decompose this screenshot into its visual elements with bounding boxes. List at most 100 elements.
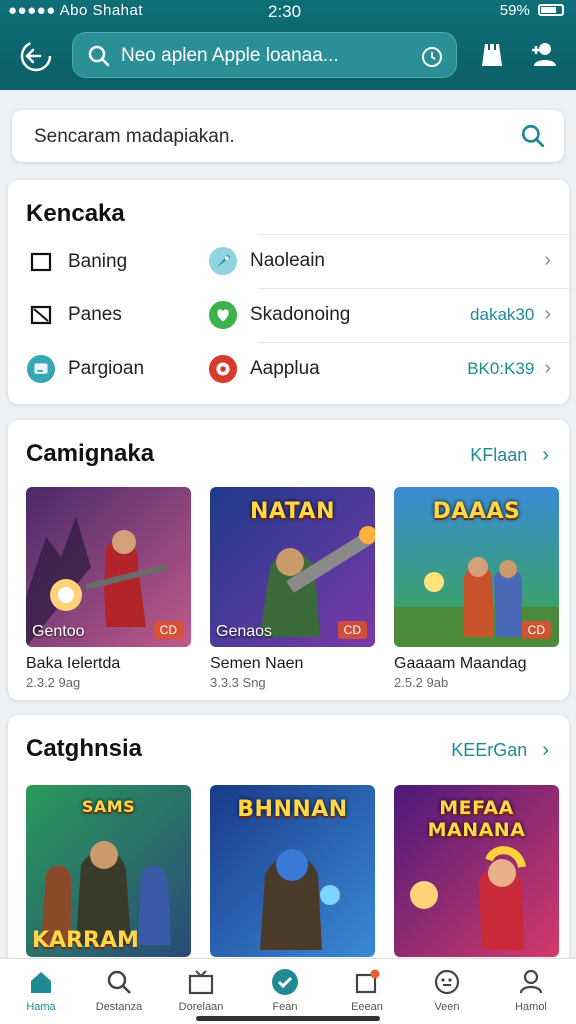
nav-view[interactable]: Veen [412, 967, 482, 1013]
chevron-right-icon: › [544, 303, 551, 325]
nav-download[interactable]: Dorelaan [166, 967, 236, 1013]
nav-featured[interactable]: Fean [250, 967, 320, 1013]
nav-label: Dorelaan [178, 1001, 224, 1013]
chevron-right-icon: › [544, 249, 551, 271]
category-label: Skadonoing [250, 304, 351, 325]
game-tile[interactable]: SAMS KARRAM [26, 785, 191, 957]
game-thumbnail[interactable]: DAAAS CD [394, 487, 559, 647]
featured-games-card: Camignaka KFlaan › Gentoo CD Baka Ielert… [8, 420, 569, 700]
game-art-bottom: KARRAM [32, 928, 139, 953]
category-item[interactable]: Naoleain [208, 243, 325, 279]
category-row-action[interactable]: dakak30 › [470, 303, 551, 326]
puzzle-icon [352, 967, 382, 997]
game-tile[interactable]: DAAAS CD Gaaaam Maandag 2.5.2 9ab [394, 487, 559, 690]
category-row-action[interactable]: BK0:K39 › [467, 357, 551, 380]
game-meta: 3.3.3 Sng [210, 675, 266, 690]
add-user-icon[interactable] [528, 40, 558, 70]
status-bar: ●●●●● Abo Shahat 2:30 59% [0, 0, 576, 22]
game-art-title: NATAN [250, 499, 335, 524]
game-name: Baka Ielertda [26, 655, 121, 672]
section-title: Catghnsia [26, 735, 143, 762]
category-label: Naoleain [250, 250, 325, 271]
categories-title: Kencaka [26, 200, 125, 227]
header-bar: ●●●●● Abo Shahat 2:30 59% Neo aplen Appl… [0, 0, 576, 90]
content-search-placeholder: Sencaram madapiakan. [34, 126, 235, 147]
game-art-title: DAAAS [432, 499, 521, 524]
compass-icon [432, 967, 462, 997]
store-icon[interactable] [477, 40, 507, 70]
categories-card: Kencaka Baning Panes Pargioan Naoleain › [8, 180, 569, 404]
category-item[interactable]: Skadonoing [208, 297, 350, 333]
nav-label: Eeean [351, 1001, 383, 1013]
category-item[interactable]: Baning [26, 244, 127, 280]
game-thumbnail[interactable]: MEFAA MANANA [394, 785, 559, 957]
header-search-text: Neo aplen Apple loanaa... [121, 45, 339, 66]
nav-label: Hamol [515, 1001, 547, 1013]
search-icon[interactable] [520, 123, 546, 149]
game-meta: 2.5.2 9ab [394, 675, 449, 690]
divider [258, 288, 569, 289]
check-circle-icon [270, 967, 300, 997]
header-search-field[interactable]: Neo aplen Apple loanaa... [72, 32, 457, 78]
divider [258, 342, 569, 343]
see-all-link[interactable]: KFlaan › [470, 444, 549, 467]
game-tag: CD [153, 621, 183, 639]
game-art-title: MEFAA MANANA [427, 797, 526, 841]
category-label: Pargioan [68, 358, 145, 379]
home-indicator[interactable] [196, 1016, 380, 1021]
game-thumbnail[interactable]: Gentoo CD [26, 487, 191, 647]
category-label: Aapplua [250, 358, 320, 379]
game-tile[interactable]: MEFAA MANANA [394, 785, 559, 957]
game-thumbnail[interactable]: SAMS KARRAM [26, 785, 191, 957]
nav-games[interactable]: Eeean [332, 967, 402, 1013]
nav-label: Veen [434, 1001, 460, 1013]
game-tile[interactable]: BHNNAN [210, 785, 375, 957]
category-item[interactable]: Pargioan [26, 351, 144, 387]
battery-percent: 59% [499, 2, 530, 19]
chevron-right-icon: › [542, 739, 549, 761]
category-item[interactable]: Panes [26, 297, 122, 333]
back-button[interactable] [18, 38, 54, 74]
content-search-bar[interactable]: Sencaram madapiakan. [12, 110, 564, 162]
search-icon [88, 45, 110, 67]
nav-profile[interactable]: Hamol [496, 967, 566, 1013]
game-meta: 2.3.2 9ag [26, 675, 81, 690]
profile-icon [516, 967, 546, 997]
home-icon [26, 967, 56, 997]
see-all-link[interactable]: KEErGan › [451, 739, 549, 762]
nav-home[interactable]: Hama [6, 967, 76, 1013]
divider [258, 234, 569, 235]
status-time: 2:30 [268, 2, 302, 21]
timer-icon[interactable] [420, 44, 444, 68]
nav-discover[interactable]: Destanza [84, 967, 154, 1013]
game-tile[interactable]: NATAN Genaos CD Semen Naen 3.3.3 Sng [210, 487, 375, 690]
back-arrow-icon [20, 40, 52, 72]
square-outline-icon [26, 247, 56, 277]
search-icon [104, 967, 134, 997]
square-cross-icon [26, 300, 56, 330]
heart-icon [208, 300, 238, 330]
game-tag: CD [337, 621, 367, 639]
game-thumbnail[interactable]: NATAN Genaos CD [210, 487, 375, 647]
rocket-icon [208, 246, 238, 276]
chevron-right-icon: › [542, 444, 549, 466]
game-art-title: SAMS [81, 797, 136, 816]
category-row-action[interactable]: › [534, 249, 551, 272]
category-value: dakak30 [470, 304, 535, 324]
nav-label: Fean [272, 1001, 298, 1013]
category-item[interactable]: Aapplua [208, 351, 320, 387]
carrier-label: ●●●●● Abo Shahat [8, 2, 144, 19]
game-art-title: BHNNAN [237, 797, 348, 822]
chevron-right-icon: › [544, 357, 551, 379]
game-tile[interactable]: Gentoo CD Baka Ielertda 2.3.2 9ag [26, 487, 191, 690]
target-icon [208, 354, 238, 384]
section-title: Camignaka [26, 440, 155, 467]
battery-icon [538, 4, 564, 16]
game-tag: CD [521, 621, 551, 639]
battery-status: 59% [500, 2, 564, 19]
tv-icon [186, 967, 216, 997]
game-thumbnail[interactable]: BHNNAN [210, 785, 375, 957]
category-value: BK0:K39 [467, 358, 535, 378]
game-badge: Gentoo [32, 623, 85, 640]
see-all-label: KEErGan [451, 740, 528, 760]
